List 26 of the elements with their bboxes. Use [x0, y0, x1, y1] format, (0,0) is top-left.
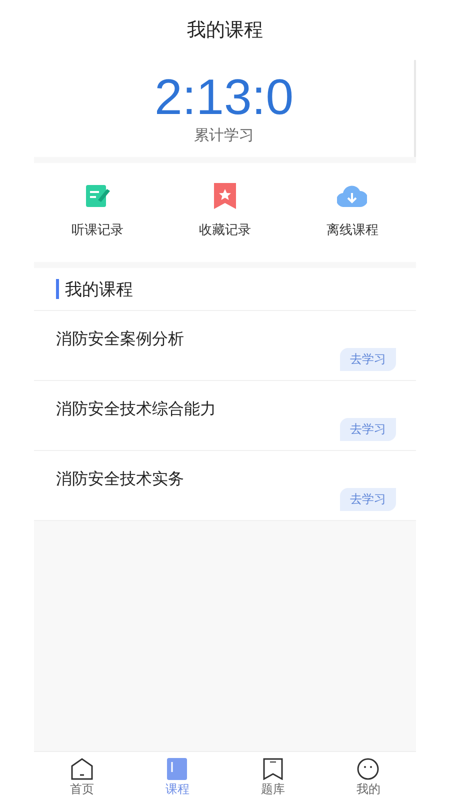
course-row[interactable]: 消防安全技术综合能力 去学习 — [34, 381, 416, 451]
cloud-download-icon — [337, 185, 368, 207]
home-icon — [70, 758, 93, 780]
course-title: 消防安全技术综合能力 — [56, 399, 216, 420]
study-button[interactable]: 去学习 — [340, 418, 396, 441]
section-title: 我的课程 — [65, 278, 133, 300]
star-bookmark-icon — [214, 183, 236, 209]
study-time-label: 累计学习 — [194, 126, 254, 145]
study-button[interactable]: 去学习 — [340, 488, 396, 511]
face-circle-icon — [357, 758, 380, 780]
tab-item[interactable]: 题库 — [225, 752, 320, 800]
tab-item[interactable]: 首页 — [34, 752, 130, 800]
course-title: 消防安全技术实务 — [56, 469, 184, 490]
bookmark-icon — [262, 758, 283, 780]
page-title: 我的课程 — [187, 18, 263, 43]
study-button[interactable]: 去学习 — [340, 348, 396, 371]
book-icon — [167, 758, 188, 780]
note-pencil-icon — [86, 183, 110, 209]
shortcut-button[interactable]: 听课记录 — [34, 163, 162, 262]
tab-item[interactable]: 我的 — [320, 752, 416, 800]
tab-item[interactable]: 课程 — [130, 752, 225, 800]
shortcut-button[interactable]: 离线课程 — [288, 163, 416, 262]
study-time-value: 2:13:0 — [154, 72, 294, 122]
shortcut-button[interactable]: 收藏记录 — [161, 163, 289, 262]
course-title: 消防安全案例分析 — [56, 329, 184, 350]
course-row[interactable]: 消防安全案例分析 去学习 — [34, 311, 416, 381]
